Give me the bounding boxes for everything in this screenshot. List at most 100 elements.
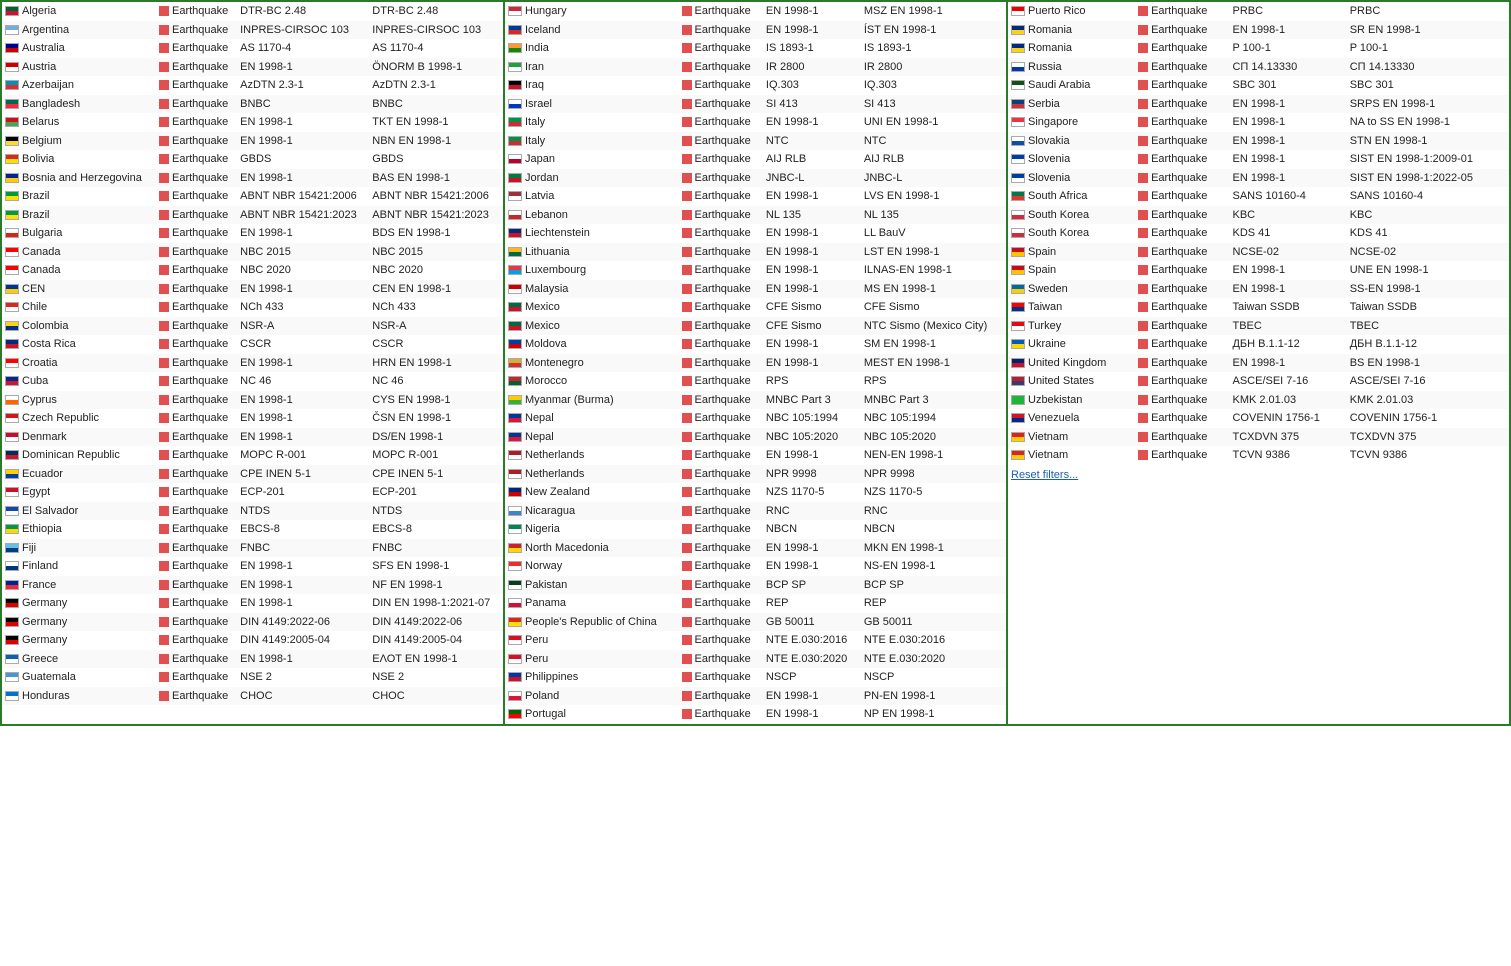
hazard-icon (159, 432, 169, 442)
code-cell: СП 14.13330 (1229, 58, 1346, 77)
code-cell: NPR 9998 (763, 465, 861, 484)
standard-cell: NBC 2020 (369, 261, 503, 280)
standard-cell: MOPC R-001 (369, 446, 503, 465)
standard-cell: NPR 9998 (861, 465, 1006, 484)
code-cell: EN 1998-1 (763, 557, 861, 576)
hazard-cell: Earthquake (679, 631, 763, 650)
hazard-cell: Earthquake (1135, 391, 1229, 410)
table-row: Greece Earthquake EN 1998-1 ΕΛΟΤ EN 1998… (2, 650, 503, 669)
flag-icon (508, 117, 522, 127)
hazard-cell: Earthquake (156, 668, 237, 687)
country-cell: Austria (2, 58, 156, 77)
country-cell: Denmark (2, 428, 156, 447)
code-cell: AS 1170-4 (237, 39, 369, 58)
flag-icon (508, 580, 522, 590)
code-cell: EN 1998-1 (1229, 354, 1346, 373)
flag-icon (1011, 228, 1025, 238)
hazard-icon (682, 210, 692, 220)
hazard-icon (159, 450, 169, 460)
country-cell: Malaysia (505, 280, 679, 299)
hazard-cell: Earthquake (156, 687, 237, 706)
hazard-cell: Earthquake (679, 391, 763, 410)
table-row: Latvia Earthquake EN 1998-1 LVS EN 1998-… (505, 187, 1006, 206)
reset-filters-link[interactable]: Reset filters... (1008, 465, 1509, 485)
hazard-cell: Earthquake (679, 280, 763, 299)
table-row: Mexico Earthquake CFE Sismo NTC Sismo (M… (505, 317, 1006, 336)
table-row: Dominican Republic Earthquake MOPC R-001… (2, 446, 503, 465)
table-row: Germany Earthquake DIN 4149:2005-04 DIN … (2, 631, 503, 650)
standard-cell: NCSE-02 (1347, 243, 1509, 262)
country-cell: Romania (1008, 21, 1135, 40)
hazard-icon (1138, 265, 1148, 275)
country-cell: Cyprus (2, 391, 156, 410)
flag-icon (5, 543, 19, 553)
standard-cell: ASCE/SEI 7-16 (1347, 372, 1509, 391)
hazard-icon (159, 654, 169, 664)
standard-cell: LST EN 1998-1 (861, 243, 1006, 262)
country-cell: Luxembourg (505, 261, 679, 280)
table-row: Panama Earthquake REP REP (505, 594, 1006, 613)
code-cell: EN 1998-1 (1229, 150, 1346, 169)
standard-cell: SM EN 1998-1 (861, 335, 1006, 354)
country-cell: Azerbaijan (2, 76, 156, 95)
code-cell: KBC (1229, 206, 1346, 225)
hazard-cell: Earthquake (156, 132, 237, 151)
flag-icon (5, 43, 19, 53)
code-cell: REP (763, 594, 861, 613)
flag-icon (5, 450, 19, 460)
hazard-icon (1138, 191, 1148, 201)
flag-icon (5, 154, 19, 164)
hazard-cell: Earthquake (679, 317, 763, 336)
standard-cell: MNBC Part 3 (861, 391, 1006, 410)
flag-icon (508, 25, 522, 35)
table-row: Austria Earthquake EN 1998-1 ÖNORM B 199… (2, 58, 503, 77)
flag-icon (508, 487, 522, 497)
country-cell: Italy (505, 132, 679, 151)
flag-icon (1011, 62, 1025, 72)
hazard-icon (1138, 302, 1148, 312)
code-cell: NBCN (763, 520, 861, 539)
table-row: Romania Earthquake EN 1998-1 SR EN 1998-… (1008, 21, 1509, 40)
table-row: Spain Earthquake NCSE-02 NCSE-02 (1008, 243, 1509, 262)
country-cell: Bangladesh (2, 95, 156, 114)
hazard-cell: Earthquake (679, 465, 763, 484)
hazard-icon (159, 561, 169, 571)
flag-icon (1011, 210, 1025, 220)
country-cell: Chile (2, 298, 156, 317)
code-cell: PRBC (1229, 2, 1346, 21)
hazard-cell: Earthquake (1135, 150, 1229, 169)
hazard-cell: Earthquake (156, 502, 237, 521)
flag-icon (5, 617, 19, 627)
hazard-icon (1138, 395, 1148, 405)
table-row: Brazil Earthquake ABNT NBR 15421:2006 AB… (2, 187, 503, 206)
hazard-icon (682, 469, 692, 479)
code-cell: NSCP (763, 668, 861, 687)
country-cell: Australia (2, 39, 156, 58)
hazard-cell: Earthquake (1135, 206, 1229, 225)
hazard-cell: Earthquake (156, 613, 237, 632)
flag-icon (5, 117, 19, 127)
hazard-cell: Earthquake (679, 354, 763, 373)
table-row: South Korea Earthquake KDS 41 KDS 41 (1008, 224, 1509, 243)
standard-cell: ILNAS-EN 1998-1 (861, 261, 1006, 280)
table-row: Ethiopia Earthquake EBCS-8 EBCS-8 (2, 520, 503, 539)
standard-cell: UNI EN 1998-1 (861, 113, 1006, 132)
hazard-icon (682, 191, 692, 201)
country-cell: Canada (2, 261, 156, 280)
standard-cell: DIN EN 1998-1:2021-07 (369, 594, 503, 613)
hazard-cell: Earthquake (156, 465, 237, 484)
code-cell: EBCS-8 (237, 520, 369, 539)
hazard-cell: Earthquake (679, 113, 763, 132)
hazard-cell: Earthquake (1135, 261, 1229, 280)
hazard-icon (682, 339, 692, 349)
flag-icon (5, 284, 19, 294)
flag-icon (5, 173, 19, 183)
flag-icon (508, 413, 522, 423)
country-cell: Russia (1008, 58, 1135, 77)
country-cell: Panama (505, 594, 679, 613)
flag-icon (5, 6, 19, 16)
standard-cell: SFS EN 1998-1 (369, 557, 503, 576)
table-row: Iran Earthquake IR 2800 IR 2800 (505, 58, 1006, 77)
hazard-cell: Earthquake (679, 594, 763, 613)
table-row: Cyprus Earthquake EN 1998-1 CYS EN 1998-… (2, 391, 503, 410)
